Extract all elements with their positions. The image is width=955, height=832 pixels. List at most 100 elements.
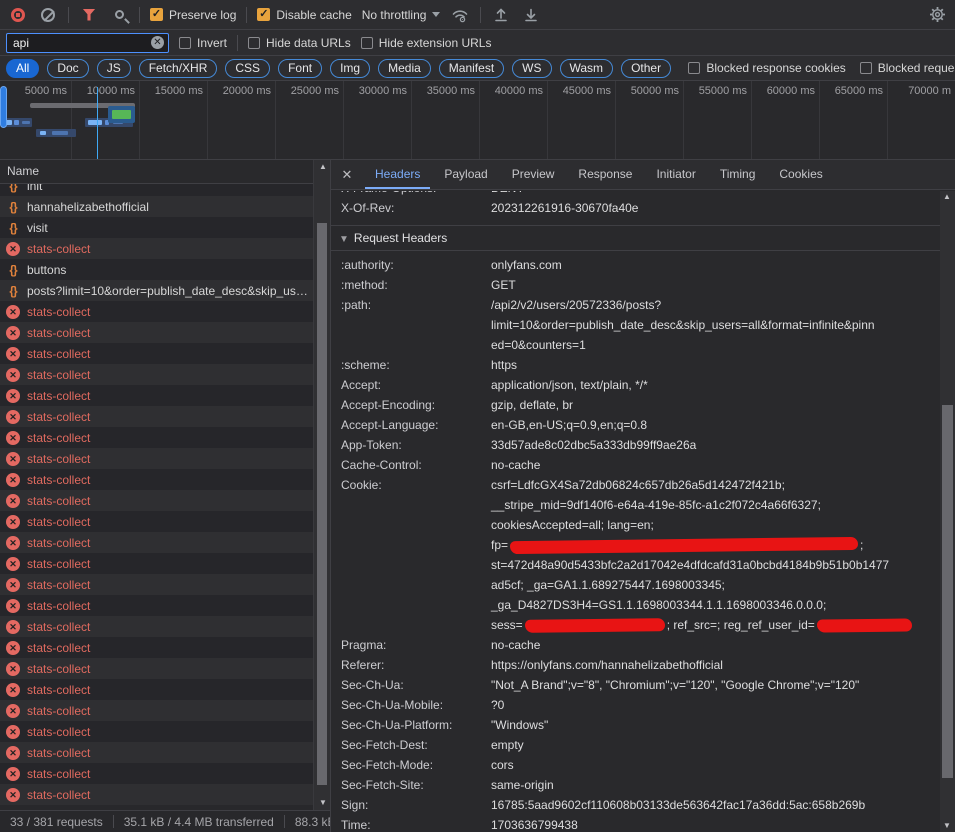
request-row[interactable]: ✕stats-collect (0, 406, 313, 427)
request-row[interactable]: ✕stats-collect (0, 238, 313, 259)
scroll-down-icon[interactable]: ▼ (316, 797, 330, 809)
timeline-tick-label: 70000 m (889, 85, 951, 97)
blocked-request-icon: ✕ (6, 305, 20, 319)
request-headers-section-header[interactable]: ▼Request Headers (331, 226, 940, 251)
type-pill-manifest[interactable]: Manifest (439, 59, 504, 78)
left-scrollbar-thumb[interactable] (317, 223, 327, 785)
filter-input-box[interactable]: ✕ (6, 33, 169, 53)
type-checkboxes: Blocked response cookiesBlocked requests… (688, 61, 949, 75)
header-value: 1703636799438 (491, 815, 940, 832)
tab-timing[interactable]: Timing (710, 160, 766, 189)
request-row[interactable]: {}init (0, 184, 313, 196)
header-value: onlyfans.com (491, 255, 940, 275)
right-scrollbar[interactable]: ▲ ▼ (940, 191, 955, 832)
disable-cache-checkbox[interactable]: ✓ Disable cache (257, 8, 351, 22)
type-pill-ws[interactable]: WS (512, 59, 551, 78)
name-column-header[interactable]: Name (0, 160, 313, 184)
request-name: stats-collect (27, 704, 313, 718)
tab-payload[interactable]: Payload (434, 160, 497, 189)
request-row[interactable]: ✕stats-collect (0, 595, 313, 616)
request-row[interactable]: ✕stats-collect (0, 364, 313, 385)
filter-checkbox-blocked-requests[interactable]: Blocked requests (860, 61, 955, 75)
request-row[interactable]: ✕stats-collect (0, 448, 313, 469)
request-row-selected[interactable]: {}posts?limit=10&order=publish_date_desc… (0, 280, 313, 301)
request-row[interactable]: ✕stats-collect (0, 658, 313, 679)
request-row[interactable]: ✕stats-collect (0, 532, 313, 553)
request-row[interactable]: ✕ stats-collect (0, 301, 313, 322)
request-row[interactable]: ✕stats-collect (0, 511, 313, 532)
request-row[interactable]: ✕stats-collect (0, 322, 313, 343)
request-name: stats-collect (27, 557, 313, 571)
request-row[interactable]: ✕stats-collect (0, 763, 313, 784)
timeline-tick-label: 45000 ms (549, 85, 611, 97)
header-value: https://onlyfans.com/hannahelizabethoffi… (491, 655, 940, 675)
scroll-down-icon[interactable]: ▼ (940, 820, 954, 832)
preserve-log-checkbox[interactable]: ✓ Preserve log (150, 8, 236, 22)
search-button[interactable] (109, 5, 129, 25)
type-pill-img[interactable]: Img (330, 59, 370, 78)
header-name: Pragma: (331, 635, 491, 655)
redaction-scribble (817, 619, 912, 633)
request-row[interactable]: {}buttons (0, 259, 313, 280)
request-row[interactable]: ✕stats-collect (0, 574, 313, 595)
clear-button[interactable] (38, 5, 58, 25)
type-pill-fetch-xhr[interactable]: Fetch/XHR (139, 59, 218, 78)
network-conditions-button[interactable] (450, 5, 470, 25)
type-pill-media[interactable]: Media (378, 59, 431, 78)
filter-button[interactable] (79, 5, 99, 25)
request-row[interactable]: ✕stats-collect (0, 721, 313, 742)
request-row[interactable]: ✕stats-collect (0, 616, 313, 637)
import-har-button[interactable] (491, 5, 511, 25)
scroll-up-icon[interactable]: ▲ (316, 161, 330, 173)
request-row[interactable]: ✕stats-collect (0, 742, 313, 763)
filter-input[interactable] (13, 36, 151, 50)
filter-checkbox-invert[interactable]: Invert (179, 36, 227, 50)
right-scrollbar-thumb[interactable] (942, 405, 953, 778)
request-row[interactable]: ✕stats-collect (0, 553, 313, 574)
tab-preview[interactable]: Preview (502, 160, 565, 189)
filter-checkbox-blocked-response-cookies[interactable]: Blocked response cookies (688, 61, 845, 75)
filter-checkbox-hide-data-urls[interactable]: Hide data URLs (248, 36, 351, 50)
request-row[interactable]: {}visit (0, 217, 313, 238)
type-pill-font[interactable]: Font (278, 59, 322, 78)
request-row[interactable]: ✕stats-collect (0, 490, 313, 511)
tab-cookies[interactable]: Cookies (769, 160, 832, 189)
timeline-drag-handle[interactable] (0, 86, 7, 128)
request-name: stats-collect (27, 305, 313, 319)
export-har-button[interactable] (521, 5, 541, 25)
request-row[interactable]: ✕stats-collect (0, 343, 313, 364)
blocked-request-icon: ✕ (6, 788, 20, 802)
request-row[interactable]: ✕stats-collect (0, 637, 313, 658)
scroll-up-icon[interactable]: ▲ (940, 191, 954, 203)
type-pill-all[interactable]: All (6, 59, 39, 78)
clear-filter-icon[interactable]: ✕ (151, 36, 164, 49)
type-pill-other[interactable]: Other (621, 59, 671, 78)
tab-headers[interactable]: Headers (365, 160, 430, 189)
network-overview-timeline[interactable]: 5000 ms10000 ms15000 ms20000 ms25000 ms3… (0, 81, 955, 160)
type-pill-doc[interactable]: Doc (47, 59, 88, 78)
header-row: Pragma:no-cache (331, 635, 940, 655)
record-button[interactable] (8, 5, 28, 25)
request-row[interactable]: ✕stats-collect (0, 700, 313, 721)
request-row[interactable]: ✕stats-collect (0, 427, 313, 448)
toolbar-separator (237, 35, 238, 51)
request-name: visit (27, 221, 313, 235)
type-pill-css[interactable]: CSS (225, 59, 270, 78)
close-icon[interactable]: ✕ (337, 165, 357, 185)
left-scrollbar[interactable]: ▲ ▼ (313, 160, 330, 810)
request-row[interactable]: ✕stats-collect (0, 784, 313, 805)
request-name: stats-collect (27, 683, 313, 697)
request-row[interactable]: ✕stats-collect (0, 385, 313, 406)
tab-response[interactable]: Response (568, 160, 642, 189)
request-row[interactable]: {}hannahelizabethofficial (0, 196, 313, 217)
type-pill-wasm[interactable]: Wasm (560, 59, 614, 78)
filter-checkbox-hide-extension-urls[interactable]: Hide extension URLs (361, 36, 492, 50)
throttling-dropdown[interactable]: No throttling (362, 8, 441, 22)
request-row[interactable]: ✕stats-collect (0, 469, 313, 490)
request-row[interactable]: ✕stats-collect (0, 679, 313, 700)
tab-initiator[interactable]: Initiator (646, 160, 705, 189)
type-pill-js[interactable]: JS (97, 59, 131, 78)
settings-button[interactable] (927, 5, 947, 25)
header-name: Cookie: (331, 475, 491, 635)
requests-count: 33 / 381 requests (10, 815, 103, 829)
